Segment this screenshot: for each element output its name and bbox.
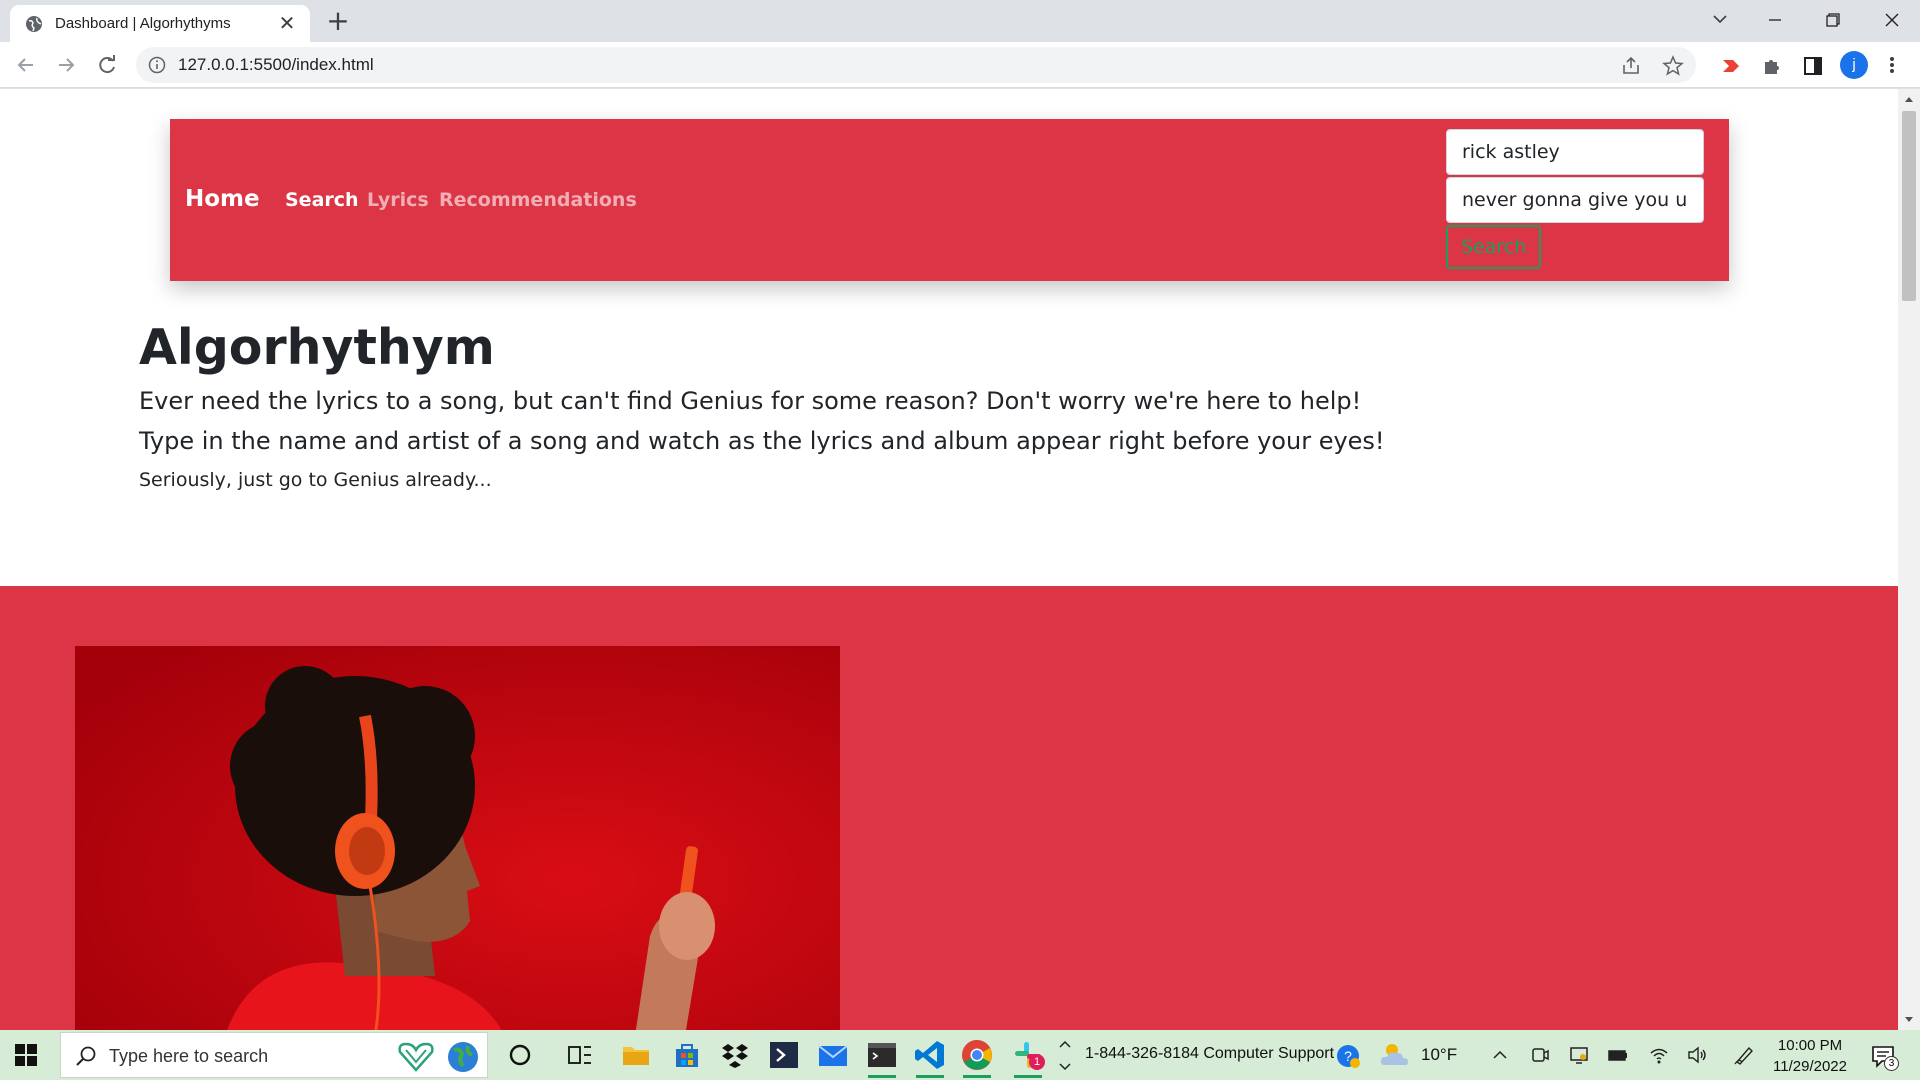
windows-start-icon[interactable] [14,1043,38,1067]
dropbox-icon[interactable] [718,1038,752,1072]
mail-icon[interactable] [816,1038,850,1072]
close-tab-icon[interactable]: ✕ [276,12,298,34]
page-title: Algorhythym [139,319,495,376]
cortana-icon[interactable] [503,1038,537,1072]
notification-count: 3 [1884,1056,1899,1071]
extensions-puzzle-icon[interactable] [1760,54,1784,78]
scroll-up-arrow-icon[interactable] [1903,94,1915,104]
windows-taskbar: Type here to search 1 1-844-326-8184 Com… [0,1030,1920,1080]
forward-arrow-icon[interactable] [52,51,80,79]
taskbar-clock[interactable]: 10:00 PM 11/29/2022 [1765,1035,1855,1077]
extension-red-icon[interactable] [1719,54,1743,78]
volume-icon[interactable] [1686,1044,1708,1066]
computer-support-text[interactable]: 1-844-326-8184 Computer Support [1085,1045,1334,1063]
nav-brand-home[interactable]: Home [185,186,260,212]
taskbar-search-box[interactable]: Type here to search [60,1032,488,1078]
running-indicator [916,1075,944,1078]
browser-tabstrip: Dashboard | Algorhythyms ✕ + [0,0,1920,42]
slack-app[interactable]: 1 [1011,1038,1045,1078]
display-icon[interactable] [1568,1044,1590,1066]
task-view-icon[interactable] [563,1038,597,1072]
globe-icon [26,16,42,32]
clock-time: 10:00 PM [1777,1037,1843,1054]
browser-toolbar: 127.0.0.1:5500/index.html j [0,42,1920,88]
hero-small-text: Seriously, just go to Genius already... [139,469,492,491]
feature-section [0,586,1898,1030]
show-hidden-icons-chevron-icon[interactable] [1489,1044,1511,1066]
hero-line-2: Type in the name and artist of a song an… [139,427,1385,455]
side-panel-icon[interactable] [1801,54,1825,78]
running-indicator [963,1075,991,1078]
terminal-app[interactable] [865,1038,899,1078]
chrome-app[interactable] [960,1038,994,1078]
back-arrow-icon[interactable] [12,51,40,79]
share-icon[interactable] [1620,55,1642,77]
scrollbar-thumb[interactable] [1902,111,1916,301]
tab-search-chevron-icon[interactable] [1700,4,1740,36]
clock-date: 11/29/2022 [1773,1058,1847,1075]
profile-avatar[interactable]: j [1840,51,1868,79]
song-search-form: Search [1446,129,1706,269]
nav-link-lyrics[interactable]: Lyrics [367,189,429,211]
chrome-icon [962,1040,992,1070]
reload-icon[interactable] [93,51,121,79]
terminal-icon [868,1043,896,1067]
hero-line-1: Ever need the lyrics to a song, but can'… [139,387,1362,415]
vscode-icon [915,1041,944,1069]
slack-badge: 1 [1029,1054,1045,1070]
weather-cloud-icon[interactable] [1378,1041,1412,1069]
url-text[interactable]: 127.0.0.1:5500/index.html [178,55,374,75]
nav-link-recommendations[interactable]: Recommendations [439,189,637,211]
artist-input[interactable] [1446,129,1704,175]
nav-link-search[interactable]: Search [285,189,359,211]
powershell-icon[interactable] [767,1038,801,1072]
address-bar[interactable]: 127.0.0.1:5500/index.html [136,47,1696,83]
microsoft-store-icon[interactable] [670,1038,704,1072]
temperature-text[interactable]: 10°F [1421,1045,1457,1065]
restore-icon[interactable] [1813,4,1853,36]
file-explorer-icon[interactable] [619,1038,653,1072]
heart-logo-icon [398,1042,434,1072]
browser-menu-icon[interactable] [1882,51,1902,79]
running-indicator [868,1075,896,1078]
search-button[interactable]: Search [1446,225,1542,269]
page-scrollbar[interactable] [1898,89,1920,1030]
search-icon [76,1046,96,1066]
taskbar-overflow-icon[interactable] [1057,1034,1073,1076]
help-icon[interactable]: ? [1335,1043,1361,1069]
wifi-icon[interactable] [1648,1044,1670,1066]
man-with-headphones-photo [75,646,840,1030]
browser-tab[interactable]: Dashboard | Algorhythyms ✕ [10,5,310,42]
globe-widget-icon [448,1042,478,1072]
running-indicator [1014,1075,1042,1078]
new-tab-button[interactable]: + [323,6,353,36]
bookmark-star-icon[interactable] [1662,55,1684,77]
battery-icon[interactable] [1607,1044,1629,1066]
scroll-down-arrow-icon[interactable] [1903,1015,1915,1025]
taskbar-search-placeholder: Type here to search [109,1046,269,1066]
site-navbar: Home Search Lyrics Recommendations Searc… [170,119,1729,281]
pen-ink-icon[interactable] [1733,1044,1755,1066]
page-viewport: Home Search Lyrics Recommendations Searc… [0,89,1898,1030]
action-center-button[interactable]: 3 [1870,1042,1899,1071]
meet-now-icon[interactable] [1529,1044,1551,1066]
minimize-icon[interactable] [1755,4,1795,36]
site-info-icon[interactable] [148,56,166,74]
vscode-app[interactable] [913,1038,947,1078]
close-window-icon[interactable] [1872,4,1912,36]
tab-title: Dashboard | Algorhythyms [55,15,231,32]
song-input[interactable] [1446,177,1704,223]
